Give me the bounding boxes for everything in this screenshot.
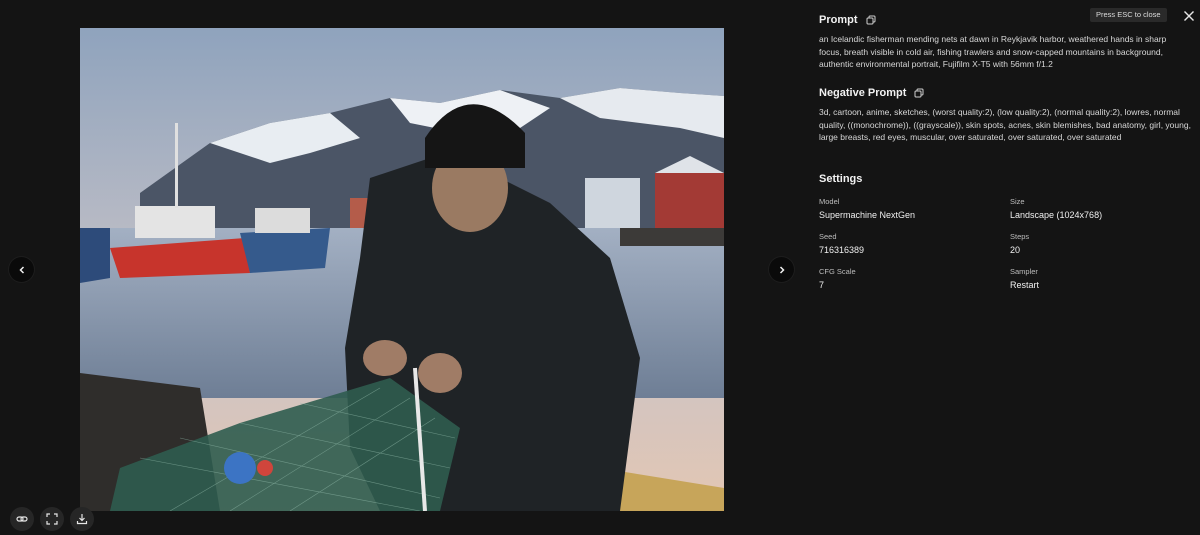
negative-prompt-heading: Negative Prompt <box>819 87 924 99</box>
close-button[interactable] <box>1181 8 1197 24</box>
download-icon <box>76 514 88 525</box>
setting-size: Size Landscape (1024x768) <box>1010 197 1102 220</box>
details-panel: Prompt an Icelandic fisherman mending ne… <box>819 0 1191 535</box>
setting-sampler: Sampler Restart <box>1010 267 1039 290</box>
setting-cfg-scale: CFG Scale 7 <box>819 267 856 290</box>
copy-icon[interactable] <box>914 88 924 98</box>
close-icon <box>1184 11 1194 21</box>
expand-icon <box>46 513 58 525</box>
setting-label: Size <box>1010 197 1025 206</box>
prompt-title: Prompt <box>819 14 858 26</box>
next-image-button[interactable] <box>769 257 794 282</box>
setting-label: Steps <box>1010 232 1030 241</box>
previous-image-button[interactable] <box>9 257 34 282</box>
image-toolbar <box>10 507 94 531</box>
negative-prompt-text: 3d, cartoon, anime, sketches, (worst qua… <box>819 107 1191 142</box>
copy-link-button[interactable] <box>10 507 34 531</box>
setting-seed: Seed 716316389 <box>819 232 864 255</box>
setting-value: Restart <box>1010 280 1040 290</box>
download-button[interactable] <box>70 507 94 531</box>
setting-value: 20 <box>1010 245 1021 255</box>
setting-label: Model <box>819 197 840 206</box>
generated-image <box>80 28 724 511</box>
link-icon <box>16 516 28 522</box>
chevron-right-icon <box>779 265 785 274</box>
chevron-left-icon <box>18 265 24 274</box>
setting-label: CFG Scale <box>819 267 856 276</box>
copy-icon[interactable] <box>866 15 876 25</box>
image-viewer <box>0 0 803 535</box>
setting-label: Sampler <box>1010 267 1038 276</box>
setting-steps: Steps 20 <box>1010 232 1029 255</box>
fullscreen-button[interactable] <box>40 507 64 531</box>
fisherman-photo <box>80 28 724 511</box>
setting-value: 716316389 <box>819 245 865 255</box>
setting-value: Landscape (1024x768) <box>1010 210 1103 220</box>
esc-hint: Press ESC to close <box>1090 8 1167 22</box>
setting-model: Model Supermachine NextGen <box>819 197 915 220</box>
setting-value: Supermachine NextGen <box>819 210 916 220</box>
prompt-heading: Prompt <box>819 14 876 26</box>
setting-value: 7 <box>819 280 825 290</box>
prompt-text: an Icelandic fisherman mending nets at d… <box>819 34 1167 69</box>
settings-title: Settings <box>819 173 863 185</box>
setting-label: Seed <box>819 232 837 241</box>
negative-prompt-title: Negative Prompt <box>819 87 907 99</box>
